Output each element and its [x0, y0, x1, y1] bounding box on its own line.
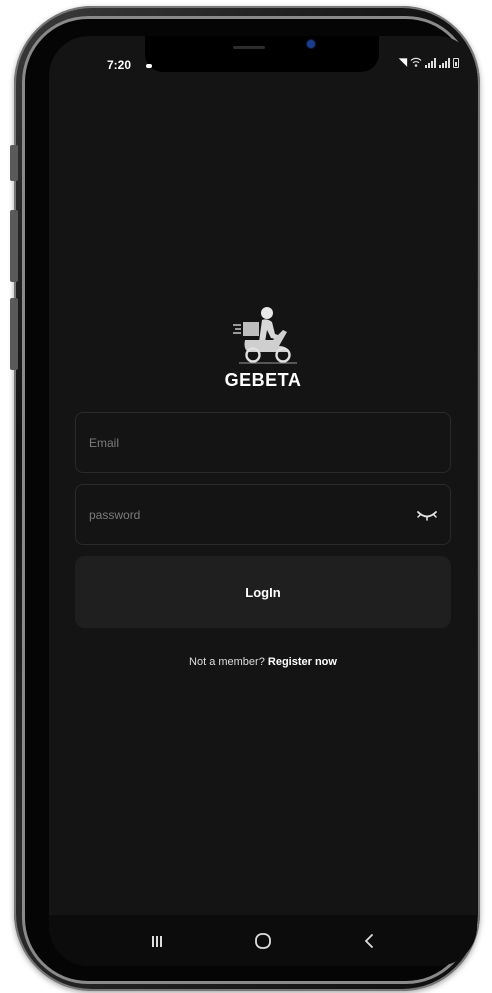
status-time: 7:20 — [107, 58, 132, 72]
status-icons: ◥ — [399, 56, 459, 68]
password-field[interactable] — [75, 484, 451, 545]
login-button[interactable]: LogIn — [75, 556, 451, 628]
password-input[interactable] — [76, 485, 450, 544]
navigation-bar — [49, 915, 477, 966]
volume-up-button — [10, 210, 18, 282]
register-prompt: Not a member? Register now — [49, 656, 477, 668]
silent-switch — [10, 145, 18, 181]
home-icon — [255, 932, 271, 949]
front-camera — [307, 40, 315, 48]
email-input[interactable] — [76, 413, 450, 472]
earpiece-speaker — [233, 46, 265, 49]
back-icon — [364, 933, 373, 948]
register-prompt-text: Not a member? — [189, 656, 265, 668]
email-field[interactable] — [75, 412, 451, 473]
battery-icon — [453, 58, 459, 68]
screen: 7:20 ◥ GEBETA Email LogIn Not a member? … — [49, 36, 477, 966]
back-button[interactable] — [354, 926, 384, 956]
notification-icon — [146, 64, 152, 68]
signal-icon — [425, 58, 436, 68]
recent-apps-button[interactable] — [142, 926, 172, 956]
wifi-icon — [410, 57, 422, 67]
recent-apps-icon — [152, 935, 162, 947]
brand-name: GEBETA — [224, 370, 302, 390]
volume-down-button — [10, 298, 18, 370]
mute-icon: ◥ — [399, 57, 407, 68]
home-button[interactable] — [248, 926, 278, 956]
register-now-link[interactable]: Register now — [268, 656, 337, 668]
eye-closed-icon[interactable] — [416, 507, 438, 523]
signal-icon — [439, 58, 450, 68]
notch — [145, 36, 379, 72]
